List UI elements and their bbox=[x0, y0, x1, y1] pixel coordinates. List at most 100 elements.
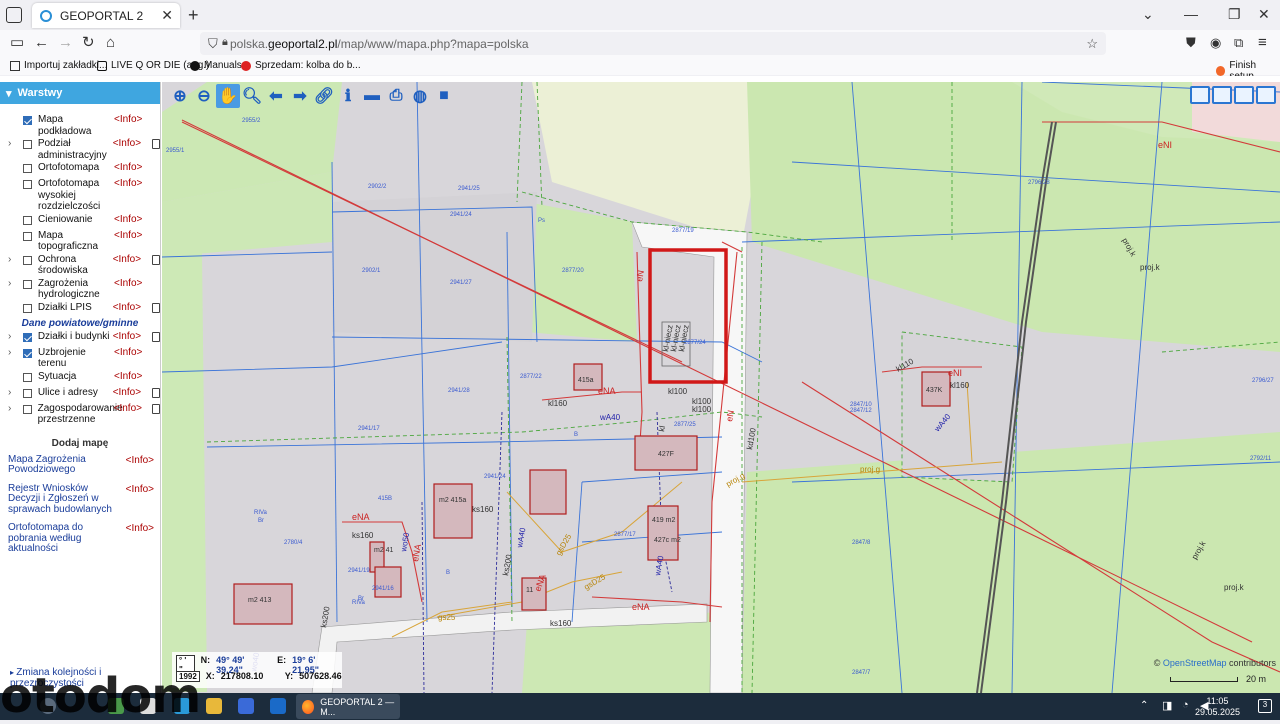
layer-row[interactable]: › Zagrożenia hydrologiczne <Info> bbox=[0, 278, 160, 301]
zoom-in-icon[interactable]: ⊕ bbox=[168, 84, 192, 108]
layer-row[interactable]: › Działki i budynki <Info> bbox=[0, 331, 160, 346]
legend-document-icon[interactable] bbox=[152, 139, 160, 149]
camera-icon[interactable]: ■ bbox=[432, 84, 456, 108]
new-tab-icon[interactable]: + bbox=[188, 5, 199, 26]
minimize-icon[interactable]: — bbox=[1184, 6, 1198, 22]
extra-map-info-link[interactable]: <Info> bbox=[126, 523, 154, 555]
account-icon[interactable]: ◉ bbox=[1210, 35, 1221, 51]
address-bar[interactable]: ⛉ 🔒︎ polska. geoportal2.pl/map/www/mapa.p… bbox=[200, 32, 1106, 55]
layer-row[interactable]: Cieniowanie <Info> bbox=[0, 214, 160, 229]
layer-row[interactable]: Mapa topograficzna <Info> bbox=[0, 230, 160, 253]
store-icon[interactable] bbox=[238, 698, 254, 714]
map-view[interactable]: 2955/2 2955/1 2941/25 2941/24 2902/2 2941/27 2… bbox=[162, 82, 1280, 693]
print-icon[interactable]: ⎙ bbox=[384, 84, 408, 108]
reload-icon[interactable]: ↻ bbox=[82, 35, 95, 51]
pocket-icon[interactable]: ⛊ bbox=[1186, 35, 1196, 51]
expand-chevron-icon[interactable]: › bbox=[8, 331, 19, 342]
zoom-out-icon[interactable]: ⊖ bbox=[192, 84, 216, 108]
extra-map-label[interactable]: Rejestr Wniosków Decyzji i Zgłoszeń w sp… bbox=[8, 483, 120, 516]
tray-chevron-icon[interactable]: ⌃ bbox=[1140, 700, 1148, 711]
forward-icon[interactable]: → bbox=[58, 35, 73, 51]
layer-info-link[interactable]: <Info> bbox=[114, 371, 154, 382]
layer-info-link[interactable]: <Info> bbox=[113, 387, 152, 398]
restore-icon[interactable]: ❐ bbox=[1228, 6, 1241, 23]
close-tab-icon[interactable]: ✕ bbox=[161, 7, 173, 24]
layer-row[interactable]: › Podział administracyjny <Info> bbox=[0, 138, 160, 161]
layer-row[interactable]: › Uzbrojenie terenu <Info> bbox=[0, 347, 160, 370]
layer-row[interactable]: › Ulice i adresy <Info> bbox=[0, 387, 160, 402]
bookmark-star-icon[interactable]: ☆ bbox=[1086, 36, 1098, 52]
layers-header[interactable]: ▾ Warstwy bbox=[0, 82, 160, 104]
layer-checkbox[interactable] bbox=[23, 372, 32, 382]
layer-checkbox[interactable] bbox=[22, 303, 32, 313]
bookmark-manuals[interactable]: Manuals bbox=[190, 60, 242, 71]
sidebar-toggle-icon[interactable]: ▭ bbox=[10, 35, 24, 51]
layer-row[interactable]: Sytuacja <Info> bbox=[0, 371, 160, 386]
layer-row[interactable]: Ortofotomapa wysokiej rozdzielczości <Inf… bbox=[0, 178, 160, 213]
legend-document-icon[interactable] bbox=[152, 387, 160, 398]
layer-row[interactable]: Działki LPIS <Info> bbox=[0, 302, 160, 317]
layer-checkbox[interactable] bbox=[23, 215, 32, 225]
osm-link[interactable]: OpenStreetMap bbox=[1163, 658, 1227, 668]
zoom-window-icon[interactable]: 🔍︎ bbox=[240, 84, 264, 108]
layer-checkbox[interactable] bbox=[22, 404, 32, 414]
layer-checkbox[interactable] bbox=[23, 231, 32, 241]
layer-info-link[interactable]: <Info> bbox=[114, 162, 154, 173]
taskbar-firefox-app[interactable]: GEOPORTAL 2 — M... bbox=[296, 694, 400, 719]
extensions-icon[interactable]: ⧉ bbox=[1234, 35, 1243, 51]
system-clock[interactable]: 11:05 29.05.2025 bbox=[1195, 696, 1240, 718]
extra-map-item[interactable]: Rejestr Wniosków Decyzji i Zgłoszeń w sp… bbox=[0, 483, 160, 516]
network-icon[interactable]: ◨ bbox=[1162, 699, 1172, 712]
layer-checkbox[interactable] bbox=[23, 180, 32, 189]
extra-map-info-link[interactable]: <Info> bbox=[126, 455, 154, 476]
layer-info-link[interactable]: <Info> bbox=[114, 230, 154, 241]
legend-document-icon[interactable] bbox=[152, 254, 160, 265]
layer-checkbox[interactable] bbox=[23, 116, 32, 125]
lock-icon[interactable]: 🔒︎ bbox=[222, 36, 228, 49]
previous-view-icon[interactable]: ⬅ bbox=[264, 84, 288, 108]
layer-info-link[interactable]: <Info> bbox=[114, 347, 154, 358]
layer-checkbox[interactable] bbox=[22, 388, 32, 398]
layer-info-link[interactable]: <Info> bbox=[114, 214, 154, 225]
outlook-icon[interactable] bbox=[270, 698, 286, 714]
extra-map-item[interactable]: Ortofotomapa do pobrania według aktualno… bbox=[0, 522, 160, 555]
layer-checkbox[interactable] bbox=[22, 140, 32, 149]
map-canvas[interactable]: 2955/2 2955/1 2941/25 2941/24 2902/2 2941/27 2… bbox=[162, 82, 1280, 693]
bookmark-import[interactable]: Importuj zakładki... bbox=[10, 60, 107, 71]
layer-checkbox[interactable] bbox=[23, 164, 32, 173]
legend-document-icon[interactable] bbox=[152, 403, 160, 414]
bookmark-sprzedam[interactable]: Sprzedam: kolba do b... bbox=[241, 60, 361, 71]
layer-info-link[interactable]: <Info> bbox=[113, 302, 152, 313]
pan-hand-icon[interactable]: ✋ bbox=[216, 84, 240, 108]
extra-map-label[interactable]: Mapa Zagrożenia Powodziowego bbox=[8, 454, 120, 476]
legend-document-icon[interactable] bbox=[152, 302, 160, 313]
layer-row[interactable]: › Zagospodarowanie przestrzenne <Info> bbox=[0, 403, 160, 426]
layer-checkbox[interactable] bbox=[23, 279, 32, 289]
link-icon[interactable]: 🔗︎ bbox=[312, 84, 336, 108]
extra-map-label[interactable]: Ortofotomapa do pobrania według aktualno… bbox=[8, 522, 120, 555]
globe-icon[interactable]: ◍ bbox=[408, 84, 432, 108]
layer-info-link[interactable]: <Info> bbox=[114, 278, 154, 289]
tab-list-icon[interactable] bbox=[6, 7, 22, 23]
info-icon[interactable]: ℹ bbox=[336, 84, 360, 108]
home-icon[interactable]: ⌂ bbox=[106, 35, 115, 51]
file-explorer-icon[interactable] bbox=[206, 698, 222, 714]
menu-icon[interactable]: ≡ bbox=[1258, 35, 1267, 51]
layer-info-link[interactable]: <Info> bbox=[113, 254, 152, 265]
layer-info-link[interactable]: <Info> bbox=[113, 331, 152, 342]
notifications-icon[interactable]: 3 bbox=[1258, 699, 1272, 713]
measure-icon[interactable]: ▬ bbox=[360, 84, 384, 108]
expand-chevron-icon[interactable]: › bbox=[8, 138, 19, 149]
export-icon[interactable] bbox=[1234, 86, 1254, 104]
layout-top-icon[interactable] bbox=[1190, 86, 1210, 104]
close-window-icon[interactable]: ✕ bbox=[1258, 6, 1270, 23]
layer-info-link[interactable]: <Info> bbox=[114, 178, 154, 189]
layer-row[interactable]: Mapa podkładowa <Info> bbox=[0, 114, 160, 137]
layer-row[interactable]: Ortofotomapa <Info> bbox=[0, 162, 160, 177]
shield-icon[interactable]: ⛉ bbox=[208, 36, 218, 52]
tab-dropdown-icon[interactable]: ⌄ bbox=[1142, 6, 1154, 23]
extra-map-info-link[interactable]: <Info> bbox=[126, 484, 154, 516]
layer-checkbox[interactable] bbox=[23, 348, 32, 358]
back-icon[interactable]: ← bbox=[34, 35, 49, 51]
layout-left-icon[interactable] bbox=[1212, 86, 1232, 104]
